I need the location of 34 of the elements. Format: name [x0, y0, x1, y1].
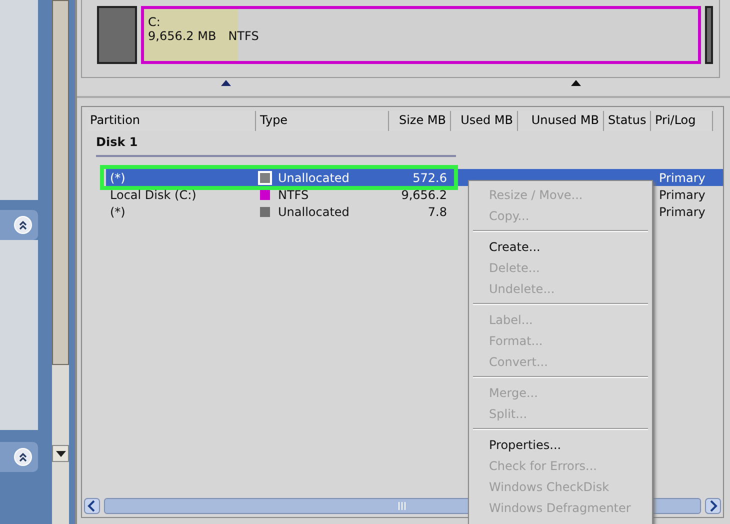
table-cell[interactable]: Local Disk (C:) [106, 188, 256, 202]
scroll-right-icon[interactable] [705, 498, 721, 514]
grip-icon [398, 502, 408, 510]
collapse-button[interactable] [14, 216, 32, 234]
table-cell-text: Primary [658, 170, 706, 184]
menu-item[interactable]: Create... [471, 236, 650, 257]
menu-item[interactable]: Properties... [471, 434, 650, 455]
table-cell: Unallocated [278, 204, 350, 218]
partition-filesystem: NTFS [228, 29, 259, 43]
table-cell-text: Primary [658, 204, 706, 218]
scroll-left-icon[interactable] [84, 498, 100, 514]
disk-title: Disk 1 [96, 135, 138, 149]
caret-icon [56, 450, 66, 456]
scroll-down-button[interactable] [52, 445, 69, 462]
table-cell: NTFS [278, 188, 309, 202]
collapse-button[interactable] [14, 448, 32, 466]
chevrons-up-icon [18, 220, 28, 230]
table-cell[interactable]: (*) [106, 204, 256, 218]
partition-label: C: [148, 15, 162, 29]
table-cell: Unallocated [278, 170, 350, 184]
marker-icon [221, 80, 231, 86]
vertical-scrollbar[interactable] [52, 0, 69, 524]
table-cell-text: 7.8 [426, 204, 448, 218]
table-cell-text: 9,656.2 [400, 188, 448, 202]
unallocated-block[interactable] [97, 6, 137, 64]
chevrons-up-icon [18, 452, 28, 462]
marker-icon [571, 80, 581, 86]
table-cell-text: Primary [658, 188, 706, 202]
partition-size: 9,656.2 MB [148, 29, 216, 43]
unallocated-block[interactable] [705, 6, 713, 64]
table-cell[interactable]: (*) [106, 170, 256, 184]
table-cell-text: 572.6 [412, 170, 448, 184]
partition-block[interactable]: C: 9,656.2 MB NTFS [141, 6, 701, 64]
scroll-thumb[interactable] [52, 0, 69, 365]
